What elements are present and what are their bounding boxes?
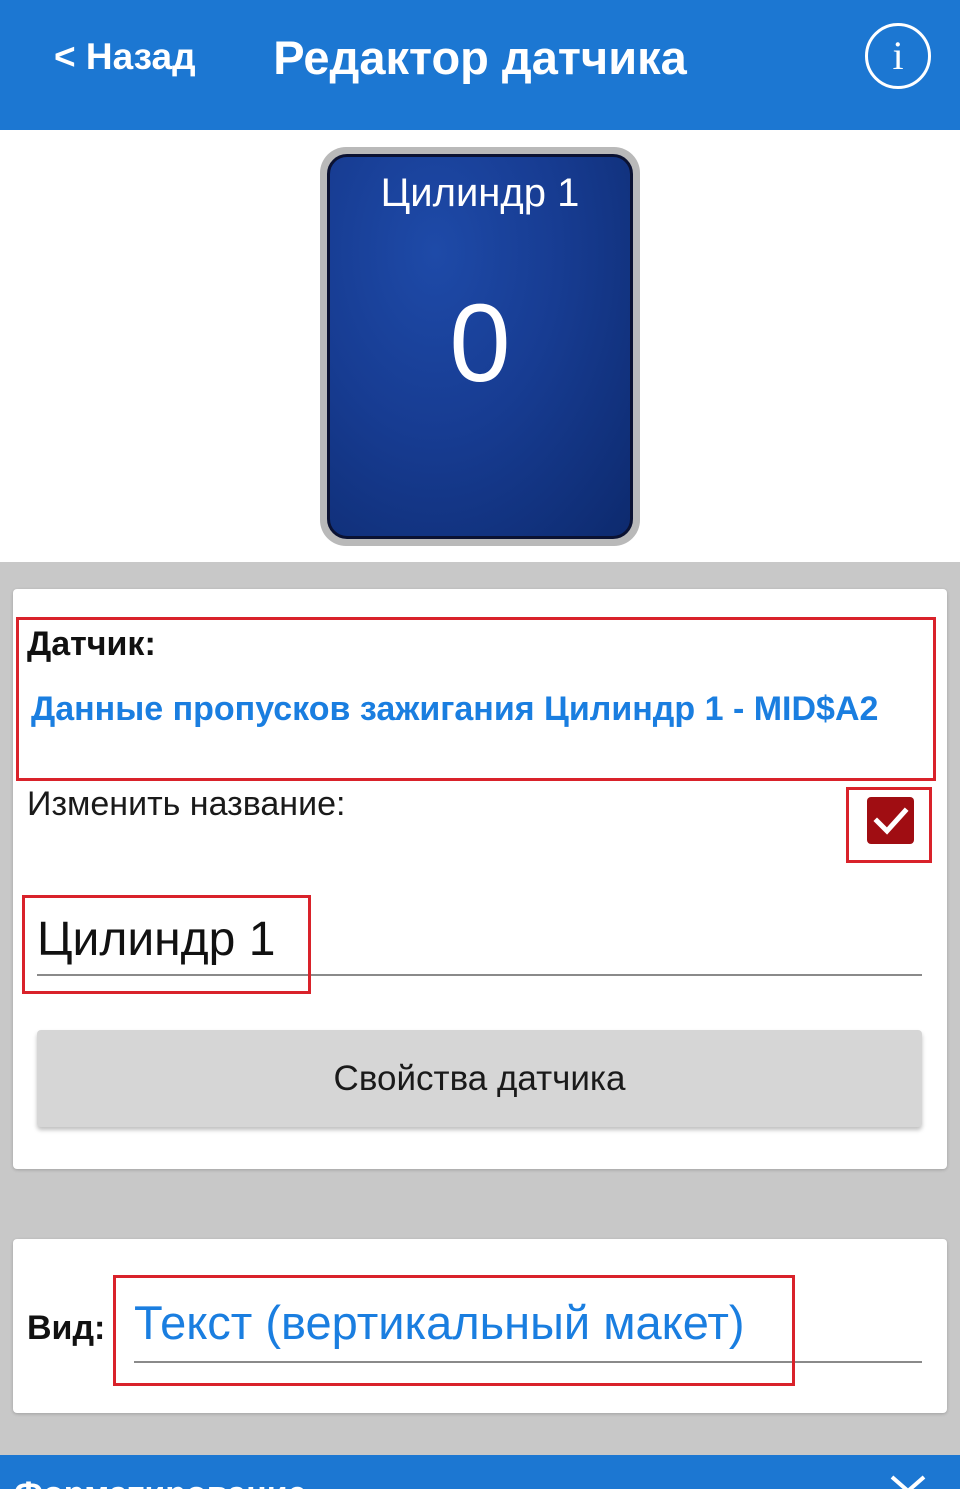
- gauge-tile-value: 0: [449, 282, 511, 405]
- page-title: Редактор датчика: [273, 31, 687, 84]
- sensor-select-link[interactable]: Данные пропусков зажигания Цилиндр 1 - M…: [31, 690, 878, 729]
- sensor-properties-button[interactable]: Свойства датчика: [37, 1030, 922, 1127]
- sensor-editor-screen: < Назад Редактор датчика i Цилиндр 1 0 Д…: [0, 0, 960, 1489]
- formatting-section-title: Форматирование: [14, 1475, 307, 1489]
- sensor-label: Датчик:: [27, 625, 156, 663]
- view-label: Вид:: [27, 1309, 106, 1347]
- sensor-name-input[interactable]: [37, 904, 922, 976]
- checkmark-icon: [872, 806, 909, 835]
- rename-label: Изменить название:: [27, 785, 346, 823]
- app-header: < Назад Редактор датчика i: [0, 0, 960, 130]
- formatting-section-header[interactable]: Форматирование: [0, 1455, 960, 1489]
- gauge-tile-name: Цилиндр 1: [380, 171, 580, 215]
- info-icon[interactable]: i: [865, 23, 931, 89]
- chevron-icon[interactable]: [888, 1473, 928, 1489]
- rename-checkbox[interactable]: [867, 797, 914, 844]
- view-type-select[interactable]: Текст (вертикальный макет): [134, 1295, 922, 1363]
- gauge-tile-face: Цилиндр 1 0: [327, 154, 633, 539]
- gauge-tile: Цилиндр 1 0: [320, 147, 640, 546]
- gauge-preview: Цилиндр 1 0: [0, 130, 960, 562]
